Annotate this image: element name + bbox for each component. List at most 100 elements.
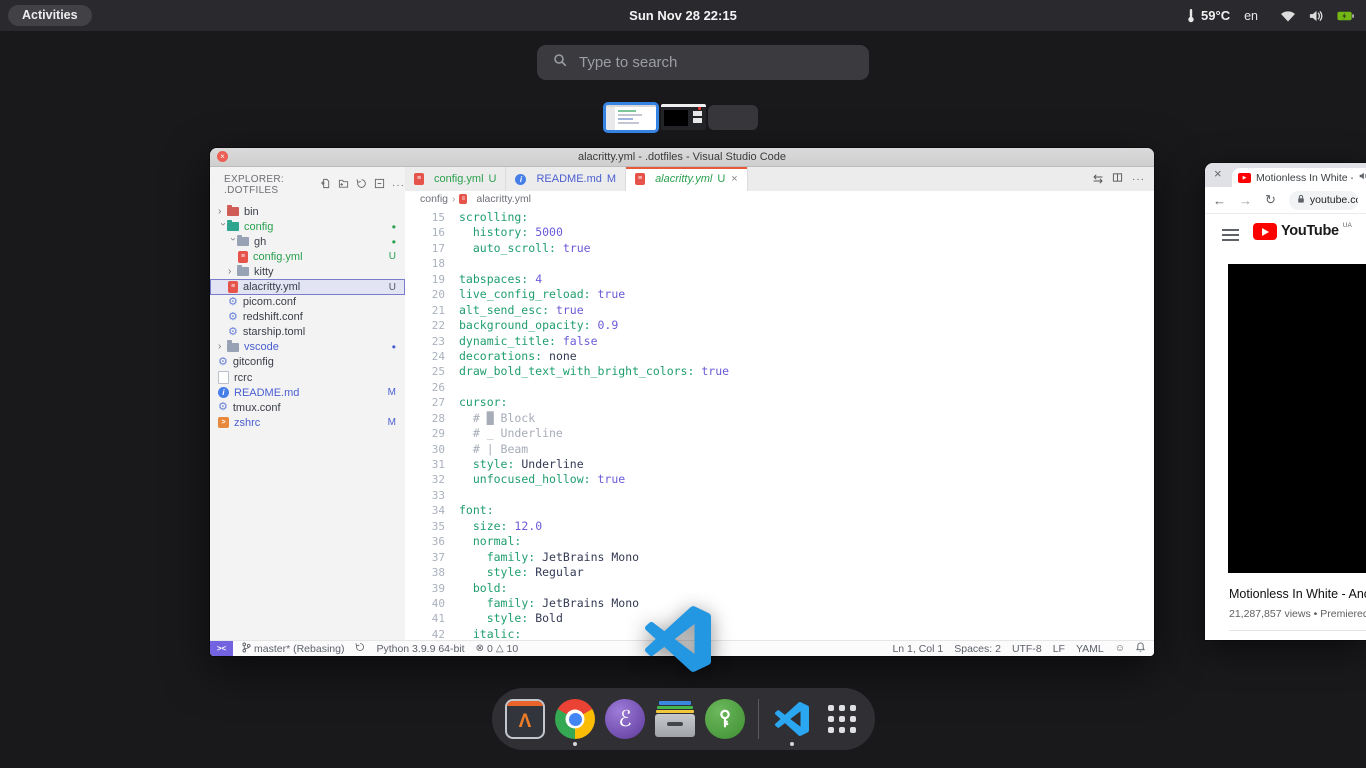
workspace-thumbnail-youtube[interactable] <box>661 104 706 130</box>
dock-item-alacritty[interactable]: Λ <box>502 692 548 746</box>
python-interpreter[interactable]: Python 3.9.9 64-bit <box>376 643 464 655</box>
remote-indicator[interactable]: >< <box>210 641 233 656</box>
dock-item-chrome[interactable] <box>552 692 598 746</box>
code-line-17[interactable]: 17 auto_scroll: true <box>405 241 1154 256</box>
explorer-item-kitty[interactable]: ›kitty <box>210 264 405 279</box>
tab-readme-md[interactable]: i README.md M <box>506 167 626 191</box>
editor[interactable]: 15scrolling:16 history: 500017 auto_scro… <box>405 207 1154 641</box>
breadcrumb-folder[interactable]: config <box>420 193 448 205</box>
code-line-16[interactable]: 16 history: 5000 <box>405 225 1154 240</box>
code-line-28[interactable]: 28 # █ Block <box>405 411 1154 426</box>
code-line-18[interactable]: 18 <box>405 256 1154 271</box>
close-button[interactable]: × <box>217 151 228 162</box>
code-line-29[interactable]: 29 # _ Underline <box>405 426 1154 441</box>
cursor-position[interactable]: Ln 1, Col 1 <box>892 643 943 655</box>
explorer-item-gh[interactable]: ›gh• <box>210 234 405 249</box>
explorer-item-picom.conf[interactable]: ⚙picom.conf <box>210 295 405 310</box>
code-line-23[interactable]: 23dynamic_title: false <box>405 334 1154 349</box>
system-status-area[interactable]: 59°C en <box>1187 0 1354 31</box>
code-line-34[interactable]: 34font: <box>405 503 1154 518</box>
open-changes-icon[interactable]: ⇆ <box>1093 172 1103 186</box>
code-line-37[interactable]: 37 family: JetBrains Mono <box>405 550 1154 565</box>
feedback-smiley-icon[interactable]: ☺ <box>1115 643 1125 654</box>
code-line-41[interactable]: 41 style: Bold <box>405 611 1154 626</box>
code-line-40[interactable]: 40 family: JetBrains Mono <box>405 596 1154 611</box>
close-tab-icon[interactable]: × <box>731 173 737 185</box>
collapse-folders-icon[interactable] <box>374 176 385 194</box>
code-line-27[interactable]: 27cursor: <box>405 395 1154 410</box>
code-line-15[interactable]: 15scrolling: <box>405 210 1154 225</box>
code-line-25[interactable]: 25draw_bold_text_with_bright_colors: tru… <box>405 364 1154 379</box>
code-line-24[interactable]: 24decorations: none <box>405 349 1154 364</box>
explorer-item-zshrc[interactable]: >zshrcM <box>210 415 405 430</box>
code-line-38[interactable]: 38 style: Regular <box>405 565 1154 580</box>
new-folder-icon[interactable] <box>338 176 349 194</box>
search-bar[interactable] <box>537 45 869 80</box>
vscode-logo-drag-icon[interactable] <box>645 606 711 677</box>
keyboard-layout-indicator[interactable]: en <box>1244 9 1258 23</box>
code-line-32[interactable]: 32 unfocused_hollow: true <box>405 472 1154 487</box>
explorer-item-bin[interactable]: ›bin <box>210 204 405 219</box>
close-icon[interactable]: × <box>1214 166 1222 181</box>
tab-config-yml[interactable]: ≡ config.yml U <box>405 167 506 191</box>
explorer-item-alacritty.yml[interactable]: ≡alacritty.ymlU <box>210 279 405 294</box>
menu-icon[interactable] <box>1222 229 1239 231</box>
dock-item-keepass[interactable] <box>702 692 748 746</box>
breadcrumb-file[interactable]: alacritty.yml <box>476 193 531 205</box>
explorer-item-config[interactable]: ›config• <box>210 219 405 234</box>
search-input[interactable] <box>577 53 869 72</box>
problems-status[interactable]: ⊗ 0 △ 10 <box>476 643 519 655</box>
breadcrumb[interactable]: config › ≡ alacritty.yml <box>405 191 1154 207</box>
code-line-35[interactable]: 35 size: 12.0 <box>405 519 1154 534</box>
explorer-item-tmux.conf[interactable]: ⚙tmux.conf <box>210 400 405 415</box>
code-line-22[interactable]: 22background_opacity: 0.9 <box>405 318 1154 333</box>
video-player[interactable] <box>1228 264 1366 573</box>
dock-item-app-grid[interactable] <box>819 692 865 746</box>
git-branch-status[interactable]: master* (Rebasing) <box>242 642 344 656</box>
workspace-thumbnail-vscode[interactable] <box>603 102 659 133</box>
code-line-21[interactable]: 21alt_send_esc: true <box>405 303 1154 318</box>
explorer-item-gitconfig[interactable]: ⚙gitconfig <box>210 355 405 370</box>
address-bar[interactable]: youtube.com/wa <box>1289 191 1358 210</box>
dock-item-files[interactable] <box>652 692 698 746</box>
back-icon[interactable]: ← <box>1213 193 1226 208</box>
tab-alacritty-yml[interactable]: ≡ alacritty.yml U × <box>626 167 748 191</box>
code-line-19[interactable]: 19tabspaces: 4 <box>405 272 1154 287</box>
code-line-26[interactable]: 26 <box>405 380 1154 395</box>
reload-icon[interactable]: ↻ <box>1265 192 1276 208</box>
dock-item-emacs[interactable]: ℰ <box>602 692 648 746</box>
dock-item-vscode[interactable] <box>769 692 815 746</box>
indentation-setting[interactable]: Spaces: 2 <box>954 643 1001 655</box>
code-line-36[interactable]: 36 normal: <box>405 534 1154 549</box>
chrome-tab-youtube[interactable]: ▶ Motionless In White - / <box>1232 168 1366 187</box>
split-editor-icon[interactable] <box>1112 170 1123 188</box>
new-file-icon[interactable] <box>320 176 331 194</box>
code-line-42[interactable]: 42 italic: <box>405 627 1154 641</box>
explorer-item-rcrc[interactable]: rcrc <box>210 370 405 385</box>
clock[interactable]: Sun Nov 28 22:15 <box>629 0 737 31</box>
explorer-item-README.md[interactable]: iREADME.mdM <box>210 385 405 400</box>
refresh-icon[interactable] <box>356 176 367 194</box>
tab-audio-icon[interactable] <box>1358 171 1366 184</box>
explorer-item-vscode[interactable]: ›vscode• <box>210 340 405 355</box>
explorer-item-redshift.conf[interactable]: ⚙redshift.conf <box>210 310 405 325</box>
more-actions-icon[interactable]: ··· <box>392 180 405 191</box>
code-line-31[interactable]: 31 style: Underline <box>405 457 1154 472</box>
more-actions-icon[interactable]: ··· <box>1132 174 1145 185</box>
explorer-item-starship.toml[interactable]: ⚙starship.toml <box>210 325 405 340</box>
language-mode[interactable]: YAML <box>1076 643 1104 655</box>
notifications-bell-icon[interactable] <box>1136 642 1145 655</box>
encoding-setting[interactable]: UTF-8 <box>1012 643 1042 655</box>
code-line-30[interactable]: 30 # | Beam <box>405 442 1154 457</box>
workspace-thumbnail-empty[interactable] <box>708 105 758 130</box>
sync-icon[interactable] <box>355 642 365 655</box>
forward-icon[interactable]: → <box>1239 193 1252 208</box>
explorer-item-config.yml[interactable]: ≡config.ymlU <box>210 249 405 264</box>
youtube-logo[interactable]: YouTube UA <box>1253 223 1352 240</box>
vscode-titlebar[interactable]: × alacritty.yml - .dotfiles - Visual Stu… <box>210 148 1154 167</box>
activities-button[interactable]: Activities <box>8 5 92 26</box>
code-line-39[interactable]: 39 bold: <box>405 581 1154 596</box>
code-line-33[interactable]: 33 <box>405 488 1154 503</box>
eol-setting[interactable]: LF <box>1053 643 1065 655</box>
code-line-20[interactable]: 20live_config_reload: true <box>405 287 1154 302</box>
